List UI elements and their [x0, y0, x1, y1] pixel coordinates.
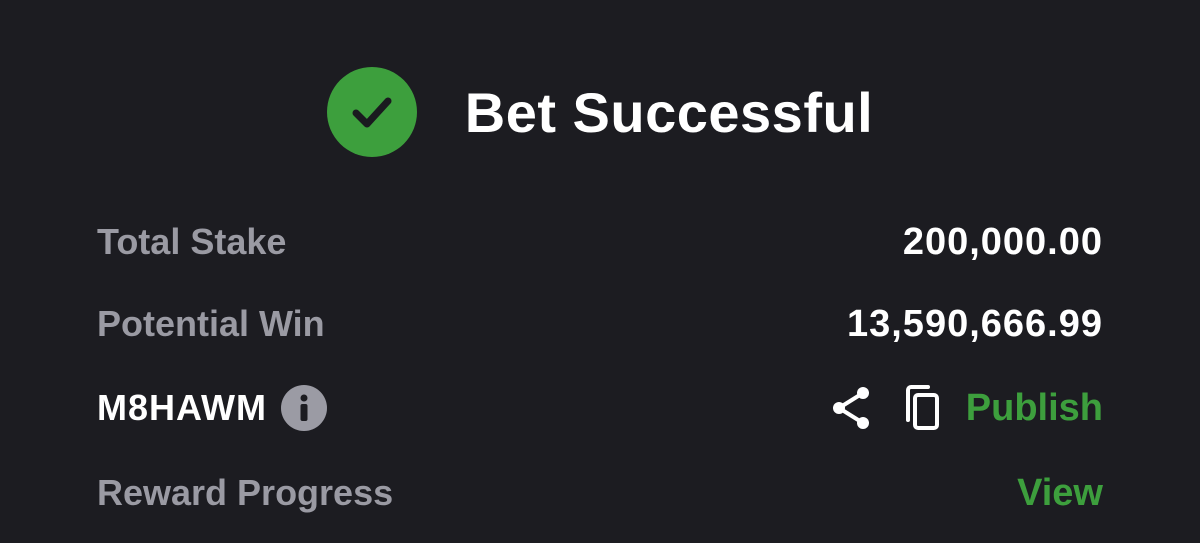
potential-win-value: 13,590,666.99: [846, 302, 1103, 345]
reward-progress-row: Reward Progress View: [97, 463, 1103, 523]
page-title: Bet Successful: [464, 80, 874, 144]
view-reward-link[interactable]: View: [1017, 472, 1103, 515]
copy-icon[interactable]: [902, 384, 942, 432]
check-circle-icon: [326, 67, 417, 157]
total-stake-row: Total Stake 200,000.00: [97, 212, 1103, 272]
info-icon[interactable]: [281, 385, 327, 431]
total-stake-label: Total Stake: [97, 221, 287, 262]
booking-actions: Publish: [830, 384, 1103, 432]
booking-code-group: M8HAWM: [97, 385, 327, 431]
potential-win-row: Potential Win 13,590,666.99: [97, 294, 1103, 354]
booking-code-row: M8HAWM Publish: [97, 378, 1103, 438]
booking-code: M8HAWM: [97, 387, 267, 428]
reward-progress-label: Reward Progress: [97, 472, 394, 513]
publish-button[interactable]: Publish: [966, 387, 1103, 430]
share-icon[interactable]: [830, 385, 872, 431]
potential-win-label: Potential Win: [97, 303, 325, 344]
total-stake-value: 200,000.00: [902, 220, 1103, 263]
success-header: Bet Successful: [0, 62, 1200, 162]
